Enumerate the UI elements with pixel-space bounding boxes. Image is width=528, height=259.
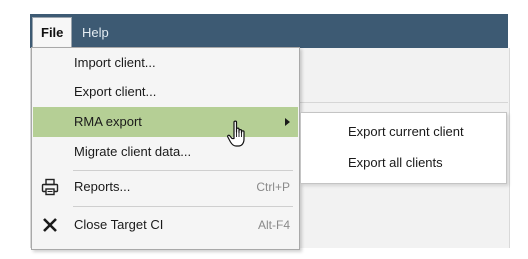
menu-item-label: Reports... — [74, 179, 131, 194]
menu-item-export-current-client[interactable]: Export current client — [302, 117, 505, 147]
menu-item-export-all-clients[interactable]: Export all clients — [302, 148, 505, 178]
printer-icon — [41, 178, 59, 196]
menu-item-label: RMA export — [74, 114, 142, 129]
menu-item-label: Close Target CI — [74, 217, 164, 232]
menu-item-label: Migrate client data... — [74, 144, 192, 159]
menu-item-close-target-ci[interactable]: Close Target CI Alt-F4 — [33, 211, 298, 239]
menu-bar: File Help — [30, 14, 508, 48]
menu-item-label: Export client... — [74, 84, 157, 99]
menu-separator — [73, 170, 293, 171]
menu-item-shortcut: Ctrl+P — [256, 180, 290, 194]
menu-separator — [73, 206, 293, 207]
submenu-arrow-icon — [285, 118, 290, 126]
file-menu-dropdown: Import client... Export client... RMA ex… — [31, 47, 300, 250]
rma-export-submenu: Export current client Export all clients — [300, 112, 507, 184]
menu-item-label: Import client... — [74, 55, 156, 70]
menu-help[interactable]: Help — [74, 16, 117, 50]
menu-item-rma-export[interactable]: RMA export — [33, 107, 298, 137]
hand-pointer-cursor-icon — [226, 120, 250, 150]
app-window: File Help Import client... Export client… — [0, 0, 528, 259]
menu-item-reports[interactable]: Reports... Ctrl+P — [33, 173, 298, 201]
menu-item-label: Export current client — [348, 124, 464, 139]
menu-item-shortcut: Alt-F4 — [257, 218, 290, 232]
menu-item-export-client[interactable]: Export client... — [33, 78, 298, 106]
menu-file[interactable]: File — [32, 17, 72, 48]
close-icon — [41, 216, 59, 234]
menu-item-label: Export all clients — [348, 155, 443, 170]
menu-item-import-client[interactable]: Import client... — [33, 49, 298, 77]
menu-item-migrate-client-data[interactable]: Migrate client data... — [33, 138, 298, 166]
